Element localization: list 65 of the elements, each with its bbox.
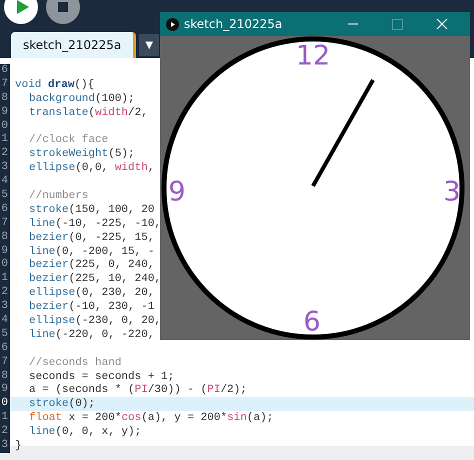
line-number: 6	[0, 64, 10, 78]
window-title: sketch_210225a	[184, 17, 282, 31]
code-line: line(-220, 0, -220,	[28, 328, 154, 341]
run-button[interactable]	[4, 0, 38, 24]
line-number: 2	[0, 425, 10, 440]
code-line: line(0, -200, 15, -	[28, 246, 154, 258]
line-number: 1	[0, 411, 10, 426]
code-line: line(-10, -225, -10,	[28, 218, 162, 230]
line-number: 7	[0, 78, 10, 92]
clock-numeral: 9	[168, 178, 186, 206]
code-line: //seconds hand	[28, 356, 122, 369]
line-number: 0	[0, 120, 10, 134]
line-number: 9	[0, 383, 10, 398]
code-line: translate(width/2,	[28, 106, 148, 119]
line-number: 3	[0, 161, 10, 176]
line-number: 7	[0, 356, 10, 370]
code-line: float x = 200*cos(a), y = 200*sin(a);	[28, 412, 274, 424]
line-number: 6	[0, 202, 10, 217]
line-number: 8	[0, 370, 10, 384]
line-number: 7	[0, 216, 10, 231]
code-line: //clock face	[28, 134, 108, 146]
line-number: 5	[0, 189, 10, 203]
code-line: }	[14, 440, 22, 452]
code-line: stroke(150, 100, 20	[28, 204, 154, 216]
line-number: 4	[0, 314, 10, 328]
line-number: 8	[0, 230, 10, 245]
line-number: 2	[0, 147, 10, 162]
play-icon	[16, 0, 30, 15]
line-number: 1	[0, 272, 10, 286]
line-number: 8	[0, 92, 10, 106]
code-line: stroke(0);	[28, 398, 96, 410]
line-number: 1	[0, 133, 10, 148]
code-line: bezier(-10, 230, -1	[28, 301, 154, 314]
code-line: void draw(){	[14, 78, 94, 91]
clock-numeral: 6	[303, 308, 321, 336]
line-number: 6	[0, 342, 10, 356]
line-number: 5	[0, 328, 10, 342]
clock-numeral: 3	[443, 178, 461, 206]
line-number: 0	[0, 258, 10, 272]
line-number: 9	[0, 106, 10, 120]
code-line: bezier(225, 10, 240,	[28, 273, 162, 286]
line-number: 2	[0, 286, 10, 300]
line-number: 3	[0, 300, 10, 314]
clock-numeral: 12	[296, 42, 330, 70]
code-line: background(100);	[28, 92, 135, 105]
editor-tab[interactable]: sketch_210225a	[11, 32, 136, 58]
code-line: strokeWeight(5);	[28, 148, 135, 160]
line-number: 9	[0, 244, 10, 258]
code-line: ellipse(0, 230, 20,	[28, 287, 154, 300]
stop-button[interactable]	[46, 0, 80, 24]
code-line: ellipse(-230, 0, 20,	[28, 314, 162, 327]
code-line: bezier(225, 0, 240,	[28, 259, 154, 272]
code-line: //numbers	[28, 190, 88, 202]
code-line: line(0, 0, x, y);	[28, 426, 142, 438]
stop-icon	[58, 2, 68, 12]
code-line: seconds = seconds + 1;	[28, 370, 174, 383]
code-line: a = (seconds * (PI/30)) - (PI/2);	[28, 384, 247, 396]
app-icon	[166, 18, 179, 30]
tab-menu-button[interactable]: ▼	[139, 34, 160, 56]
line-number: 4	[0, 175, 10, 190]
close-icon[interactable]	[436, 18, 448, 30]
line-number: 3	[0, 439, 10, 453]
code-line: ellipse(0,0, width,	[28, 162, 154, 174]
line-number: 0	[0, 397, 10, 412]
code-line: bezier(0, -225, 15,	[28, 232, 154, 244]
